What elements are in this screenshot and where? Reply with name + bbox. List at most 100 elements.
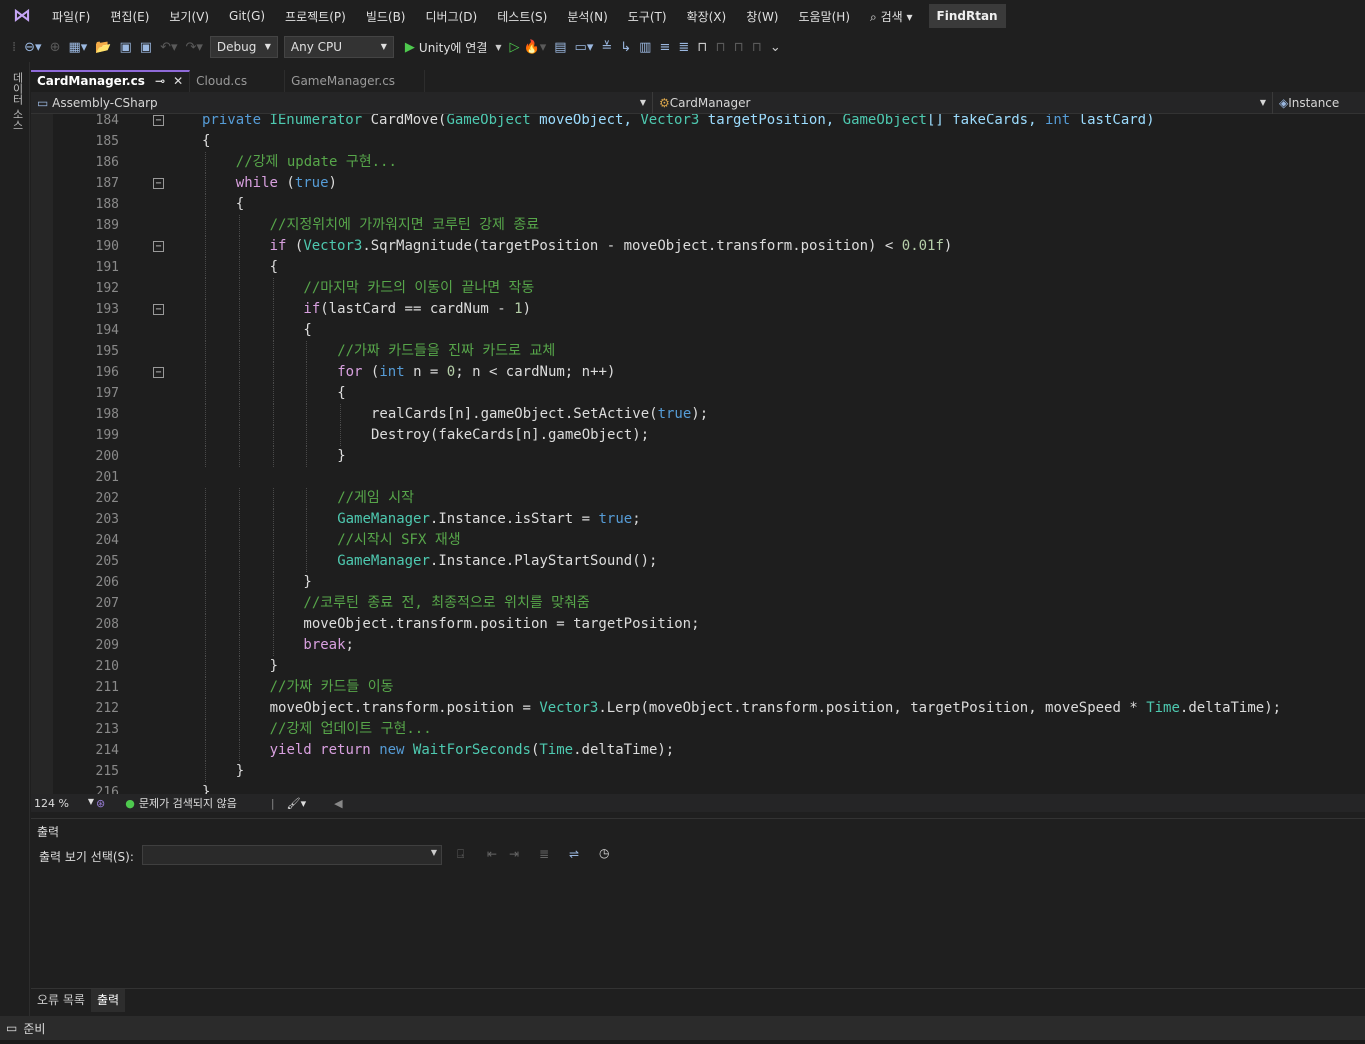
outdent-icon[interactable]: ≣ — [678, 40, 689, 55]
zoom-dropdown[interactable]: 124 % ▼ — [34, 797, 94, 810]
project-dropdown[interactable]: ▭ Assembly-CSharp ▼ — [31, 91, 653, 114]
menu-file[interactable]: 파일(F) — [42, 8, 100, 25]
code-cleanup-icon[interactable]: 🖌▾ — [287, 797, 307, 810]
undo-icon[interactable]: ↶▾ — [160, 40, 177, 55]
code-line[interactable]: 187 − while (true) — [31, 173, 1365, 194]
collapse-icon[interactable]: − — [153, 241, 164, 252]
code-line[interactable]: 188 { — [31, 194, 1365, 215]
menu-edit[interactable]: 편집(E) — [100, 8, 159, 25]
code-line[interactable]: 209 break; — [31, 635, 1365, 656]
code-line[interactable]: 211 //가짜 카드들 이동 — [31, 677, 1365, 698]
menu-tools[interactable]: 도구(T) — [618, 8, 677, 25]
indent-icon[interactable]: ≡ — [659, 40, 670, 55]
open-file-icon[interactable]: 📂 — [95, 40, 111, 55]
next-message-icon[interactable]: ⇥ — [509, 847, 519, 861]
play-icon[interactable]: ▶ — [405, 40, 415, 55]
code-line[interactable]: 198 realCards[n].gameObject.SetActive(tru… — [31, 404, 1365, 425]
prev-message-icon[interactable]: ⇤ — [487, 847, 497, 861]
find-message-icon[interactable]: ⍈ — [457, 847, 464, 862]
save-icon[interactable]: ▣ — [119, 40, 131, 55]
collapse-icon[interactable]: − — [153, 367, 164, 378]
menu-git[interactable]: Git(G) — [219, 9, 275, 23]
class-dropdown[interactable]: ⚙CardManager ▼ — [653, 91, 1273, 114]
copilot-icon[interactable]: ⊛ — [96, 797, 105, 810]
code-line[interactable]: 200} — [31, 446, 1365, 467]
menu-window[interactable]: 창(W) — [736, 8, 788, 25]
bookmark-clear-icon[interactable]: ⊓ — [752, 40, 762, 55]
configuration-dropdown[interactable]: Debug ▼ — [209, 36, 278, 58]
word-wrap-icon[interactable]: ⇌ — [569, 847, 579, 861]
search-button[interactable]: ⌕ 검색 ▾ — [860, 8, 923, 25]
menu-project[interactable]: 프로젝트(P) — [275, 8, 356, 25]
collapse-icon[interactable]: − — [153, 304, 164, 315]
format-icon[interactable]: ↳ — [620, 40, 631, 55]
code-line[interactable]: 216} — [31, 782, 1365, 794]
navigate-back-icon[interactable]: ⊖▾ — [24, 40, 41, 55]
code-line[interactable]: 215} — [31, 761, 1365, 782]
comment-icon[interactable]: ≚ — [601, 40, 612, 55]
save-all-icon[interactable]: ▣ — [140, 40, 152, 55]
timestamp-icon[interactable]: ◷ — [599, 846, 609, 860]
code-line[interactable]: 184 − private IEnumerator CardMove(GameObj… — [31, 114, 1365, 131]
code-line[interactable]: 185 { — [31, 131, 1365, 152]
code-line[interactable]: 214 yield return new WaitForSeconds(Time.… — [31, 740, 1365, 761]
code-line[interactable]: 193 − if(lastCard == cardNum - 1) — [31, 299, 1365, 320]
code-line[interactable]: 194 { — [31, 320, 1365, 341]
code-line[interactable]: 202 //게임 시작 — [31, 488, 1365, 509]
start-without-debugging-icon[interactable]: ▷ — [510, 40, 520, 55]
solution-explorer-icon[interactable]: ▤ — [554, 40, 566, 55]
redo-icon[interactable]: ↷▾ — [185, 40, 202, 55]
hot-reload-icon[interactable]: 🔥▾ — [524, 40, 547, 55]
tab-output[interactable]: 출력 — [90, 989, 126, 1012]
menu-help[interactable]: 도움말(H) — [789, 8, 861, 25]
bookmark-next-icon[interactable]: ⊓ — [734, 40, 744, 55]
code-line[interactable]: 203 GameManager.Instance.isStart = true; — [31, 509, 1365, 530]
run-target-label[interactable]: Unity에 연결 — [419, 39, 487, 56]
app-name-badge[interactable]: FindRtan — [928, 4, 1006, 28]
code-line[interactable]: 207 //코루틴 종료 전, 최종적으로 위치를 맞춰줌 — [31, 593, 1365, 614]
menu-view[interactable]: 보기(V) — [159, 8, 219, 25]
bookmark-icon[interactable]: ⊓ — [697, 40, 707, 55]
code-line[interactable]: 196 − for (int n = 0; n < cardNum; n++) — [31, 362, 1365, 383]
scroll-left-icon[interactable]: ◀ — [334, 797, 342, 810]
code-line[interactable]: 212 moveObject.transform.position = Vecto… — [31, 698, 1365, 719]
pin-icon[interactable]: ⊸ — [155, 74, 165, 88]
code-line[interactable]: 204 //시작시 SFX 재생 — [31, 530, 1365, 551]
menu-test[interactable]: 테스트(S) — [487, 8, 557, 25]
code-line[interactable]: 206} — [31, 572, 1365, 593]
notification-icon[interactable]: ▭ — [6, 1021, 17, 1035]
platform-dropdown[interactable]: Any CPU ▼ — [283, 36, 394, 58]
bookmark-prev-icon[interactable]: ⊓ — [715, 40, 725, 55]
code-line[interactable]: 195 //가짜 카드들을 진짜 카드로 교체 — [31, 341, 1365, 362]
code-line[interactable]: 186 //강제 update 구현... — [31, 152, 1365, 173]
output-source-dropdown[interactable]: ▼ — [142, 845, 442, 865]
drag-handle-icon[interactable]: ⁞ — [12, 40, 16, 55]
code-line[interactable]: 205 GameManager.Instance.PlayStartSound()… — [31, 551, 1365, 572]
code-line[interactable]: 191 { — [31, 257, 1365, 278]
chevron-down-icon[interactable]: ▼ — [495, 43, 501, 52]
visual-studio-logo-icon[interactable]: ⋈ — [12, 6, 32, 26]
code-editor[interactable]: 184 − private IEnumerator CardMove(GameObj… — [31, 114, 1365, 794]
menu-debug[interactable]: 디버그(D) — [416, 8, 488, 25]
menu-build[interactable]: 빌드(B) — [356, 8, 416, 25]
code-line[interactable]: 190 − if (Vector3.SqrMagnitude(targetPosit… — [31, 236, 1365, 257]
close-icon[interactable]: ✕ — [173, 74, 183, 88]
tab-cloud[interactable]: Cloud.cs — [190, 70, 286, 92]
code-line[interactable]: 210} — [31, 656, 1365, 677]
toolbar-overflow-icon[interactable]: ⌄ — [770, 40, 781, 55]
issues-status[interactable]: 문제가 검색되지 않음 — [139, 795, 237, 811]
tab-error-list[interactable]: 오류 목록 — [31, 989, 91, 1012]
navigate-forward-icon[interactable]: ⊕ — [50, 40, 61, 55]
columns-icon[interactable]: ▥ — [639, 40, 651, 55]
code-line[interactable]: 208 moveObject.transform.position = targe… — [31, 614, 1365, 635]
menu-extensions[interactable]: 확장(X) — [677, 8, 737, 25]
code-line[interactable]: 192 //마지막 카드의 이동이 끝나면 작동 — [31, 278, 1365, 299]
new-project-icon[interactable]: ▦▾ — [68, 40, 87, 55]
data-sources-tab[interactable]: 데이터 소스 — [9, 72, 25, 131]
layout-icon[interactable]: ▭▾ — [575, 40, 594, 55]
code-line[interactable]: 213 //강제 업데이트 구현... — [31, 719, 1365, 740]
code-line[interactable]: 189 //지정위치에 가까워지면 코루틴 강제 종료 — [31, 215, 1365, 236]
clear-all-icon[interactable]: ≣ — [539, 847, 549, 861]
code-line[interactable]: 201 — [31, 467, 1365, 488]
code-line[interactable]: 199 Destroy(fakeCards[n].gameObject); — [31, 425, 1365, 446]
